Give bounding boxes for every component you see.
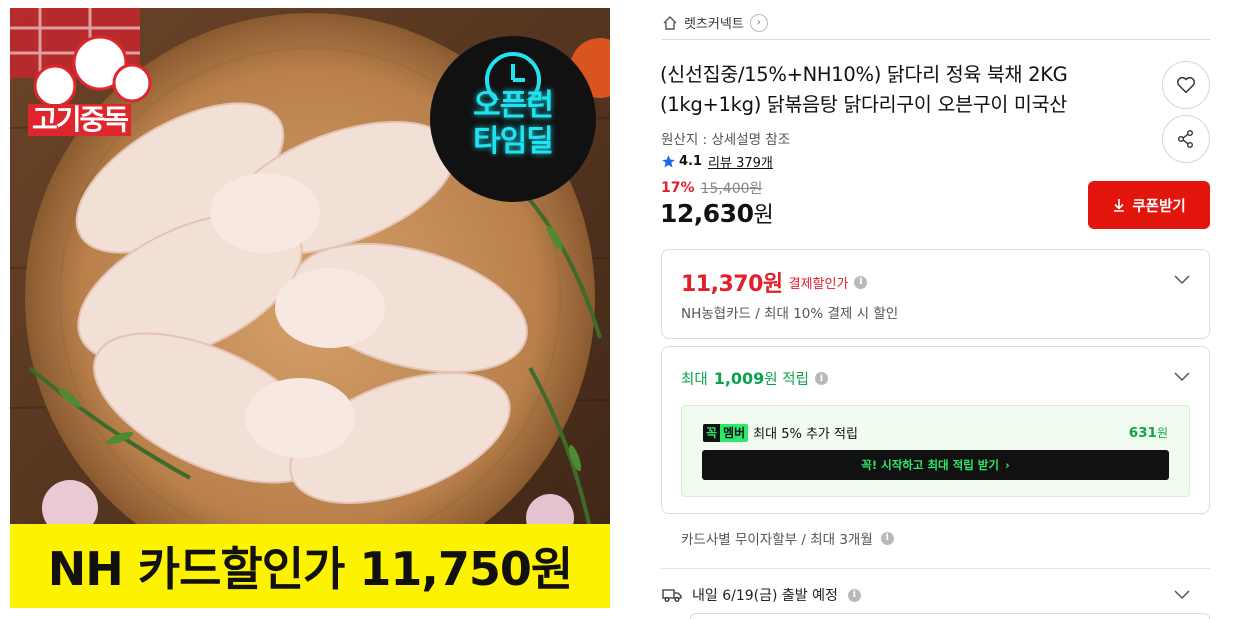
- member-badge: 꼭 멤버: [703, 423, 749, 442]
- review-count-link[interactable]: 리뷰 379개: [708, 152, 773, 171]
- member-points-unit: 원: [1156, 426, 1168, 440]
- delivery-info: 내일 6/19(금) 출발 예정 i: [662, 585, 861, 605]
- discount-rate: 17%: [661, 180, 695, 196]
- product-title: (신선집중/15%+NH10%) 닭다리 정육 북채 2KG (1kg+1kg)…: [660, 63, 1068, 116]
- sale-price-amount: 12,630: [660, 199, 754, 228]
- member-benefit-text: 최대 5% 추가 적립: [753, 427, 858, 442]
- installment-info: 카드사별 무이자할부 / 최대 3개월 i: [681, 528, 894, 548]
- share-button[interactable]: [1162, 115, 1210, 163]
- info-icon[interactable]: i: [847, 588, 861, 602]
- download-icon: [1114, 199, 1125, 212]
- chevron-right-icon[interactable]: ›: [749, 13, 768, 32]
- timedeal-text: 오픈런 타임딜: [430, 88, 596, 160]
- home-icon: [663, 15, 677, 30]
- wishlist-button[interactable]: [1162, 61, 1210, 109]
- delivery-text: 내일 6/19(금) 출발 예정: [692, 588, 838, 604]
- points-title: 최대 1,009원 적립 i: [681, 368, 828, 389]
- installment-text: 카드사별 무이자할부 / 최대 3개월: [681, 532, 873, 548]
- timedeal-line-1: 오픈런: [473, 88, 554, 123]
- chevron-down-icon[interactable]: [1173, 270, 1191, 288]
- points-suffix: 원 적립: [764, 372, 809, 388]
- next-section-edge: [690, 613, 1210, 619]
- coupon-button[interactable]: 쿠폰받기: [1088, 181, 1210, 229]
- star-icon: [662, 155, 675, 168]
- member-signup-button[interactable]: 꼭! 시작하고 최대 적립 받기 ›: [702, 450, 1169, 480]
- chevron-down-icon[interactable]: [1173, 367, 1191, 385]
- member-signup-label: 꼭! 시작하고 최대 적립 받기: [861, 458, 999, 472]
- member-badge-kkok: 꼭: [703, 423, 721, 442]
- card-discount-box[interactable]: 11,370원 결제할인가 i NH농협카드 / 최대 10% 결제 시 할인: [661, 249, 1210, 339]
- card-discount-description: NH농협카드 / 최대 10% 결제 시 할인: [681, 306, 899, 322]
- store-row[interactable]: 렛츠커넥트 ›: [662, 10, 1210, 40]
- brand-logo: 고기중독: [28, 104, 132, 136]
- points-prefix: 최대: [681, 372, 708, 388]
- share-icon: [1178, 130, 1193, 148]
- origin-info: 원산지 : 상세설명 참조: [661, 132, 791, 148]
- member-badge-label: 멤버: [723, 426, 746, 440]
- member-points-amount: 631: [1128, 425, 1157, 441]
- sale-price: 12,630원: [660, 197, 774, 229]
- divider: [661, 568, 1210, 569]
- truck-icon: [662, 589, 682, 602]
- info-icon[interactable]: i: [880, 531, 894, 545]
- member-benefit-box: 꼭 멤버 최대 5% 추가 적립 631원 꼭! 시작하고 최대 적립 받기 ›: [681, 405, 1190, 497]
- member-benefit-row: 꼭 멤버 최대 5% 추가 적립 631원: [703, 423, 1168, 442]
- points-box[interactable]: 최대 1,009원 적립 i 꼭 멤버 최대 5% 추가 적립 631원 꼭! 시…: [661, 346, 1210, 514]
- rating-row: 4.1 리뷰 379개: [661, 152, 773, 171]
- discount-row: 17% 15,400원: [661, 178, 762, 198]
- info-icon[interactable]: i: [814, 372, 828, 385]
- chevron-down-icon[interactable]: [1173, 585, 1191, 603]
- points-amount: 1,009: [713, 369, 765, 388]
- card-discount-label: 결제할인가: [788, 276, 849, 292]
- product-image[interactable]: 고기중독 오픈런 타임딜 NH 카드할인가 11,750원: [10, 8, 610, 608]
- card-discount-price: 11,370원 결제할인가 i: [681, 266, 868, 298]
- info-icon[interactable]: i: [854, 275, 868, 289]
- card-discount-banner: NH 카드할인가 11,750원: [10, 524, 610, 608]
- rating-value: 4.1: [679, 154, 703, 169]
- chevron-right-icon: ›: [1004, 458, 1010, 472]
- card-discount-amount: 11,370원: [681, 272, 783, 297]
- coupon-button-label: 쿠폰받기: [1132, 198, 1186, 215]
- heart-icon: [1177, 76, 1195, 94]
- timedeal-line-2: 타임딜: [473, 124, 554, 159]
- original-price: 15,400원: [700, 181, 763, 197]
- timedeal-badge: 오픈런 타임딜: [430, 36, 596, 202]
- store-name[interactable]: 렛츠커넥트: [684, 13, 744, 32]
- sale-price-unit: 원: [753, 203, 774, 228]
- member-points: 631원: [1129, 424, 1168, 441]
